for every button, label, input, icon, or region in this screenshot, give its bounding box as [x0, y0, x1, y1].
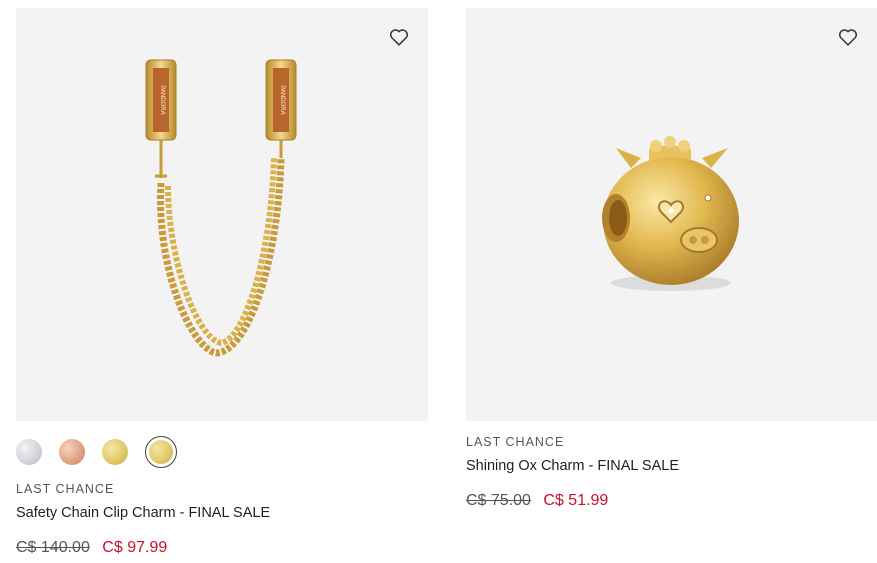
safety-chain-image: PANDORA PANDORA	[145, 59, 297, 357]
product-title[interactable]: Shining Ox Charm - FINAL SALE	[466, 458, 877, 474]
original-price: C$ 140.00	[16, 539, 90, 556]
product-card-safety-chain[interactable]: PANDORA PANDORA LAST CHANCE Safety Chain…	[16, 8, 428, 557]
swatch-gold[interactable]	[102, 439, 128, 465]
swatch-gold-selected-fill	[149, 440, 173, 464]
product-image-shining-ox[interactable]	[466, 8, 877, 421]
status-badge: LAST CHANCE	[16, 482, 115, 496]
status-badge: LAST CHANCE	[466, 435, 565, 449]
product-card-shining-ox[interactable]: LAST CHANCE Shining Ox Charm - FINAL SAL…	[466, 8, 877, 510]
swatch-silver[interactable]	[16, 439, 42, 465]
original-price: C$ 75.00	[466, 492, 531, 509]
color-swatches	[16, 436, 428, 468]
shining-ox-image	[602, 136, 739, 291]
wishlist-heart-icon[interactable]	[388, 26, 410, 48]
price-block: C$ 140.00 C$ 97.99	[16, 539, 428, 557]
sale-price: C$ 97.99	[102, 539, 168, 556]
swatch-gold-selected[interactable]	[145, 436, 177, 468]
sale-price: C$ 51.99	[543, 492, 609, 509]
product-image-safety-chain[interactable]: PANDORA PANDORA	[16, 8, 428, 421]
clip-engraving-right: PANDORA	[279, 85, 285, 114]
swatch-rose-gold[interactable]	[59, 439, 85, 465]
wishlist-heart-icon[interactable]	[837, 26, 859, 48]
price-block: C$ 75.00 C$ 51.99	[466, 492, 877, 510]
product-title[interactable]: Safety Chain Clip Charm - FINAL SALE	[16, 505, 428, 521]
clip-engraving-left: PANDORA	[159, 85, 165, 114]
